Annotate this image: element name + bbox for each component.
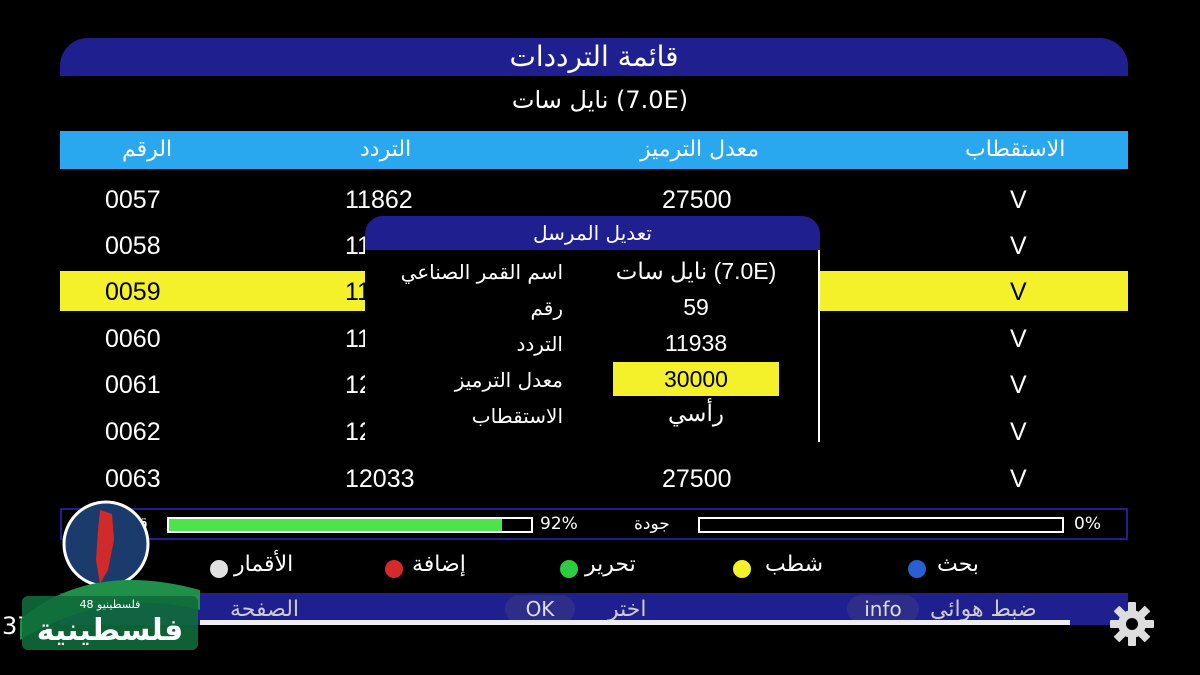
satellite-name-label: اسم القمر الصناعي <box>400 260 563 284</box>
yellow-key-icon <box>733 560 751 578</box>
add-key-label[interactable]: إضافة <box>412 552 466 577</box>
logo-caption: فلسطينيو 48 <box>80 598 141 611</box>
white-key-icon <box>210 560 228 578</box>
antenna-setup-label[interactable]: ضبط هوائي <box>930 597 1037 622</box>
row-number: 0059 <box>105 278 161 306</box>
symbol-rate-field[interactable]: 30000 <box>613 362 779 396</box>
gear-icon[interactable] <box>1108 600 1156 648</box>
edit-key-label[interactable]: تحرير <box>585 552 636 577</box>
row-polarization: V <box>1010 325 1027 353</box>
blue-key-icon <box>908 560 926 578</box>
row-polarization: V <box>1010 418 1027 446</box>
quality-value: 0% <box>1074 514 1101 534</box>
dialog-title: تعديل المرسل <box>365 216 820 250</box>
symbol-rate-label: معدل الترميز <box>454 368 563 392</box>
row-number: 0060 <box>105 325 161 353</box>
ok-button[interactable]: OK <box>505 595 575 623</box>
edit-transponder-dialog: تعديل المرسل اسم القمر الصناعي نايل سات … <box>365 216 820 444</box>
row-frequency: 12033 <box>345 465 415 493</box>
number-value[interactable]: 59 <box>613 294 779 321</box>
polarization-label: الاستقطاب <box>471 404 563 428</box>
row-polarization: V <box>1010 465 1027 493</box>
header-polarization: الاستقطاب <box>965 137 1066 162</box>
table-header: الرقم التردد معدل الترميز الاستقطاب <box>60 131 1128 169</box>
header-symbol-rate: معدل الترميز <box>640 137 760 162</box>
table-row[interactable]: 0063 12033 27500 V <box>60 458 1128 498</box>
number-label: رقم <box>530 296 563 320</box>
row-number: 0062 <box>105 418 161 446</box>
green-key-icon <box>560 560 578 578</box>
satellite-name: نايل سات (7.0E) <box>511 86 689 114</box>
red-key-icon <box>385 560 403 578</box>
row-polarization: V <box>1010 371 1027 399</box>
quality-label: جودة <box>634 514 670 534</box>
strength-value: 92% <box>540 514 578 534</box>
frequency-value[interactable]: 11938 <box>613 330 779 357</box>
row-polarization: V <box>1010 278 1027 306</box>
quality-bar <box>698 517 1064 533</box>
table-row[interactable]: 0057 11862 27500 V <box>60 179 1128 219</box>
row-number: 0061 <box>105 371 161 399</box>
delete-key-label[interactable]: شطب <box>765 552 823 577</box>
header-frequency: التردد <box>360 137 412 162</box>
row-polarization: V <box>1010 186 1027 214</box>
row-number: 0058 <box>105 232 161 260</box>
page-button-label[interactable]: الصفحة <box>230 597 299 622</box>
logo-brand: فلسطينية <box>37 613 184 648</box>
search-key-label[interactable]: بحث <box>937 552 979 577</box>
info-button[interactable]: info <box>847 595 919 623</box>
row-frequency: 11862 <box>345 186 413 214</box>
watermark-logo: فلسطينيو 48 فلسطينية <box>20 500 200 650</box>
select-button-label[interactable]: اختر <box>608 597 647 622</box>
row-symbol-rate: 27500 <box>662 465 732 493</box>
page-title: قائمة الترددات <box>60 38 1128 76</box>
row-number: 0057 <box>105 186 161 214</box>
row-polarization: V <box>1010 232 1027 260</box>
polarization-value[interactable]: رأسي <box>613 400 779 427</box>
satellites-key-label[interactable]: الأقمار <box>234 552 293 577</box>
frequency-label: التردد <box>516 332 563 356</box>
strength-bar-fill <box>169 519 503 531</box>
signal-panel: قوة 92% جودة 0% <box>60 508 1128 540</box>
progress-line <box>200 620 1070 625</box>
header-number: الرقم <box>122 137 173 162</box>
row-number: 0063 <box>105 465 161 493</box>
row-symbol-rate: 27500 <box>662 186 732 214</box>
satellite-name-value[interactable]: نايل سات (7.0E) <box>613 258 779 285</box>
strength-bar <box>167 517 533 533</box>
dialog-body: اسم القمر الصناعي نايل سات (7.0E) رقم 59… <box>365 250 820 442</box>
